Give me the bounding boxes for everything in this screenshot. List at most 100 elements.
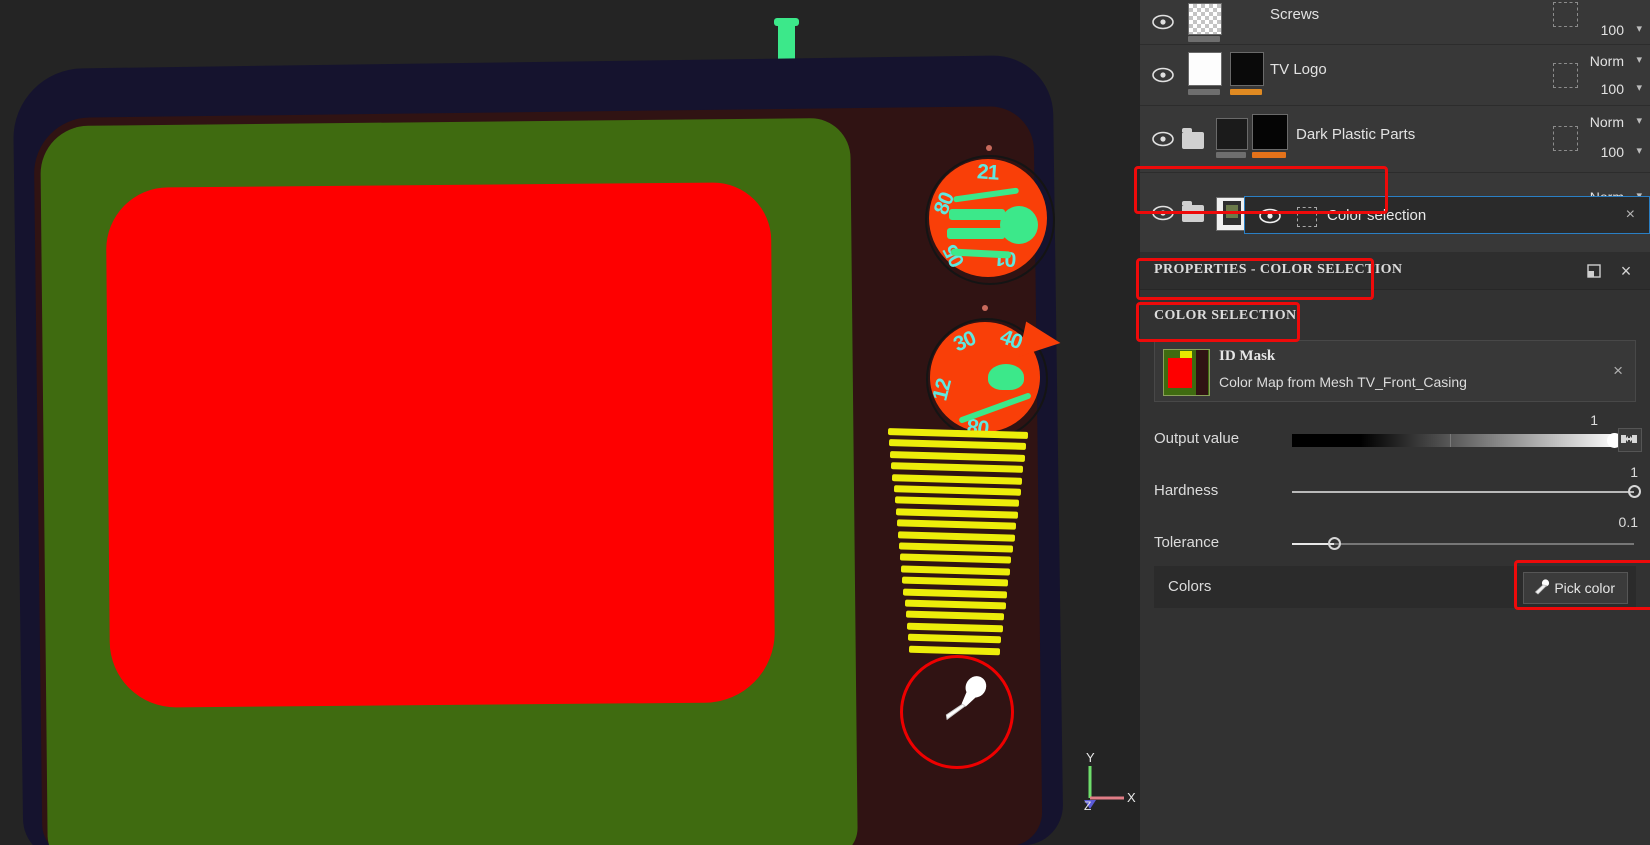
grille-slat [889, 439, 1027, 451]
grille-slat [908, 645, 1000, 655]
layer-usage-bar [1216, 152, 1246, 158]
chevron-down-icon[interactable]: ▾ [1636, 53, 1642, 66]
layer-opacity[interactable]: 100 [1601, 22, 1624, 38]
dial-knob-line [947, 228, 1005, 239]
close-icon[interactable]: × [1626, 206, 1635, 224]
layer-row-tv-logo[interactable]: TV Logo Norm ▾ 100 ▾ [1140, 45, 1650, 106]
grille-slat [906, 622, 1003, 633]
layer-mask-slot[interactable] [1553, 63, 1578, 88]
tolerance-handle[interactable] [1328, 537, 1341, 550]
properties-header: PROPERTIES - COLOR SELECTION × [1140, 252, 1650, 290]
dial-stud [982, 305, 988, 311]
slider-row-tolerance[interactable]: Tolerance 0.1 [1140, 514, 1650, 572]
layer-mask-slot[interactable] [1553, 2, 1578, 27]
grille-slat [901, 565, 1011, 576]
close-icon[interactable]: × [1616, 261, 1636, 281]
layer-row-screws[interactable]: Screws 100 ▾ [1140, 0, 1650, 45]
remove-id-mask-icon[interactable]: × [1613, 361, 1623, 381]
layer-blend-mode[interactable]: Norm [1590, 53, 1624, 69]
tv-antenna-cap [774, 18, 799, 26]
dial-knob-pointer [1000, 206, 1038, 244]
eye-icon[interactable] [1152, 14, 1174, 30]
properties-panel-title: PROPERTIES - COLOR SELECTION [1154, 262, 1403, 277]
id-mask-subtitle: Color Map from Mesh TV_Front_Casing [1219, 374, 1467, 390]
layer-mask-slot[interactable] [1553, 126, 1578, 151]
slider-row-hardness[interactable]: Hardness 1 [1140, 464, 1650, 520]
colors-label: Colors [1168, 578, 1212, 595]
layer-thumbnail[interactable] [1216, 118, 1248, 150]
layer-usage-bar [1188, 89, 1220, 95]
svg-text:Y: Y [1086, 750, 1095, 765]
layer-mask-thumbnail[interactable] [1252, 114, 1288, 150]
layer-thumbnail[interactable] [1188, 52, 1222, 86]
layer-row-dark-plastic-parts[interactable]: Dark Plastic Parts Norm ▾ 100 ▾ [1140, 106, 1650, 173]
grille-slat [903, 588, 1008, 599]
layer-thumbnail[interactable] [1188, 3, 1222, 35]
layer-mask-usage-bar [1252, 152, 1286, 158]
layer-name: TV Logo [1270, 61, 1327, 78]
grille-slat [902, 576, 1009, 587]
layer-mask-usage-bar [1230, 89, 1262, 95]
grille-slat [904, 599, 1006, 610]
slider-label: Hardness [1154, 482, 1219, 499]
effect-mask-slot[interactable] [1297, 207, 1317, 227]
layer-name: Dark Plastic Parts [1296, 126, 1416, 143]
layer-opacity[interactable]: 100 [1601, 144, 1624, 160]
id-mask-title: ID Mask [1219, 348, 1276, 364]
slider-value[interactable]: 0.1 [1619, 514, 1638, 530]
slider-row-output-value[interactable]: Output value 1 [1140, 412, 1650, 468]
properties-panel: PROPERTIES - COLOR SELECTION × COLOR SEL… [1140, 252, 1650, 845]
slider-label: Tolerance [1154, 534, 1220, 551]
eye-icon[interactable] [1152, 67, 1174, 83]
axis-gizmo[interactable]: Y X Z [1078, 748, 1138, 813]
tv-screen-surface [105, 182, 776, 708]
svg-text:Z: Z [1084, 799, 1091, 810]
tolerance-track[interactable] [1292, 543, 1634, 545]
slider-value[interactable]: 1 [1630, 464, 1638, 480]
3d-viewport[interactable]: 21 80 05 01 30 40 12 08 Y X Z [0, 0, 1140, 845]
chevron-down-icon[interactable]: ▾ [1636, 81, 1642, 94]
grille-slat [892, 473, 1023, 485]
layer-blend-mode[interactable]: Norm [1590, 114, 1624, 130]
layer-list[interactable]: Screws 100 ▾ TV Logo Norm ▾ 100 ▾ Dark P… [1140, 0, 1650, 256]
folder-icon[interactable] [1182, 201, 1204, 222]
hardness-track[interactable] [1292, 491, 1634, 493]
volume-knob-pointer [988, 364, 1024, 390]
layer-opacity[interactable]: 100 [1601, 81, 1624, 97]
grille-slat [890, 450, 1026, 462]
colors-row: Colors Pick color [1154, 566, 1636, 608]
app-root: 21 80 05 01 30 40 12 08 Y X Z Screws 100… [0, 0, 1650, 845]
grille-slat [895, 508, 1018, 519]
randomize-button[interactable] [1618, 428, 1642, 452]
chevron-down-icon[interactable]: ▾ [1636, 114, 1642, 127]
dock-icon[interactable] [1584, 261, 1604, 281]
chevron-down-icon[interactable]: ▾ [1636, 144, 1642, 157]
layer-mask-thumbnail[interactable] [1230, 52, 1264, 86]
slider-tick [1450, 434, 1451, 447]
right-dock: Screws 100 ▾ TV Logo Norm ▾ 100 ▾ Dark P… [1134, 0, 1650, 845]
output-value-track[interactable] [1292, 434, 1620, 447]
slider-value[interactable]: 1 [1590, 412, 1598, 428]
eye-icon[interactable] [1259, 208, 1281, 224]
id-mask-thumbnail [1163, 349, 1210, 396]
eye-icon[interactable] [1152, 205, 1174, 221]
eyedropper-icon [1533, 579, 1550, 601]
chevron-down-icon[interactable]: ▾ [1636, 22, 1642, 35]
dial-knob-line [949, 209, 1005, 220]
grille-slat [898, 542, 1014, 553]
hardness-handle[interactable] [1628, 485, 1641, 498]
speaker-grille [887, 428, 1036, 660]
id-mask-card[interactable]: ID Mask Color Map from Mesh TV_Front_Cas… [1154, 340, 1636, 402]
effect-name: Color selection [1327, 207, 1427, 224]
grille-slat [887, 428, 1029, 439]
grille-slat [900, 553, 1012, 564]
channel-dial-label-0: 21 [976, 160, 1000, 185]
dial-stud [986, 145, 992, 151]
section-title-color-selection: COLOR SELECTION [1154, 308, 1297, 323]
grille-slat [896, 519, 1017, 530]
grille-slat [907, 633, 1002, 644]
effect-row-color-selection[interactable]: Color selection × [1244, 196, 1650, 234]
eye-icon[interactable] [1152, 131, 1174, 147]
layer-name: Screws [1270, 6, 1320, 23]
folder-icon[interactable] [1182, 128, 1204, 149]
